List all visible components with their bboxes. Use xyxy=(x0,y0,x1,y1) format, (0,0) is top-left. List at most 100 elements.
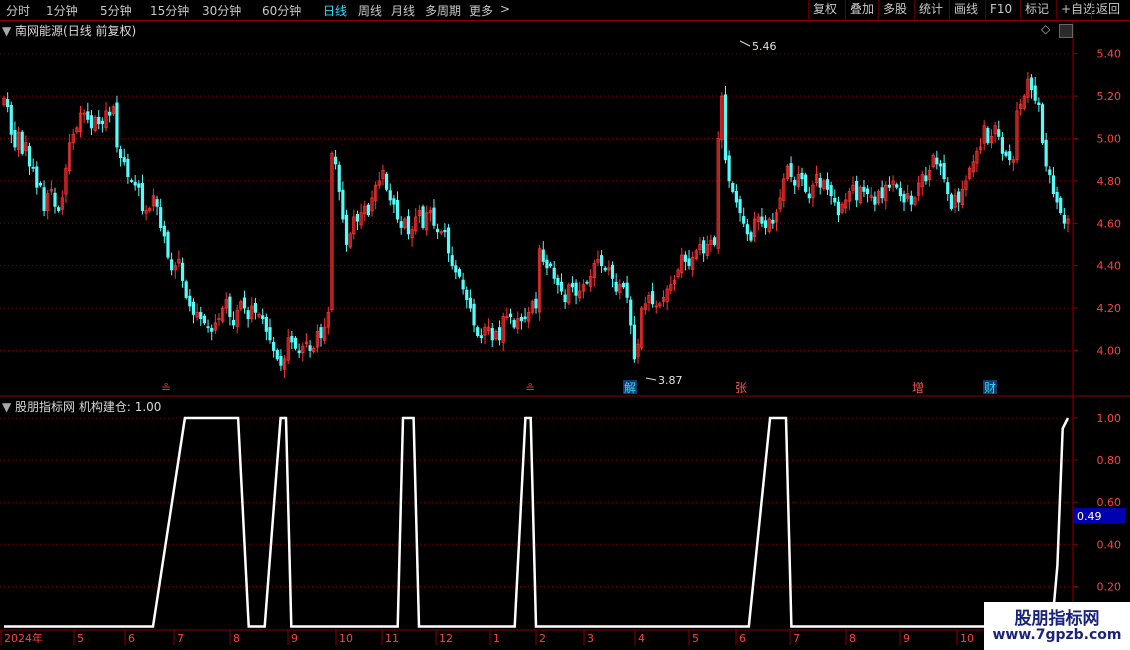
candle-body xyxy=(763,220,768,228)
candle-body xyxy=(621,283,626,288)
candle-body xyxy=(272,341,276,351)
candle-body xyxy=(887,184,892,188)
candle-body xyxy=(1055,191,1059,203)
time-tick-label: 5 xyxy=(77,632,84,645)
price-tick-label: 4.40 xyxy=(1097,260,1122,273)
price-tick-label: 4.60 xyxy=(1097,217,1122,230)
candle-body xyxy=(745,224,749,235)
watermark-url: www.7gpzb.com xyxy=(992,627,1122,643)
candle-body xyxy=(6,99,10,108)
price-tick-label: 5.40 xyxy=(1097,48,1122,61)
candle-body xyxy=(833,197,837,203)
candle-body xyxy=(731,183,735,192)
chart-canvas: 5.40 5.20 5.00 4.80 4.60 4.40 4.20 4.00 5.46 3.87… xyxy=(0,20,1130,650)
candle-body xyxy=(341,189,345,220)
candle-body xyxy=(246,310,250,320)
collapse-icon[interactable]: ▼ xyxy=(2,24,15,38)
candle-body xyxy=(421,206,425,228)
candle-body xyxy=(534,298,538,309)
time-tick-label: 3 xyxy=(587,632,594,645)
diamond-icon[interactable]: ◇ xyxy=(1041,22,1050,36)
candle-body xyxy=(191,301,196,315)
candle-body xyxy=(541,249,545,262)
candle-body xyxy=(804,174,808,192)
candle-body xyxy=(137,183,141,188)
candle-body xyxy=(119,149,123,158)
candle-body xyxy=(465,289,469,300)
candle-body xyxy=(599,255,604,267)
candle-body xyxy=(625,282,629,298)
indicator-title[interactable]: ▼ 股朋指标网 机构建仓: 1.00 xyxy=(2,398,161,415)
candle-body xyxy=(610,264,615,279)
candle-body xyxy=(366,204,370,216)
candle-body xyxy=(206,326,210,329)
candle-body xyxy=(446,227,451,254)
indicator-tick-label: 0.40 xyxy=(1097,538,1122,551)
event-marker: ≗ xyxy=(161,381,171,395)
watermark-title: 股朋指标网 xyxy=(1014,609,1100,629)
candle-body xyxy=(898,188,902,197)
event-marker: 解 xyxy=(624,381,636,395)
candle-body xyxy=(479,335,483,339)
stock-title[interactable]: ▼ 南网能源(日线 前复权) xyxy=(2,22,136,39)
candle-body xyxy=(771,219,775,224)
candle-body xyxy=(355,213,360,222)
candle-body xyxy=(742,216,746,224)
candle-body xyxy=(570,283,575,288)
candle-body xyxy=(388,190,392,201)
candle-body xyxy=(497,327,502,341)
candle-body xyxy=(862,186,866,192)
candle-body xyxy=(100,120,104,125)
candle-body xyxy=(727,155,731,182)
price-tick-label: 5.20 xyxy=(1097,90,1122,103)
event-marker: ≗ xyxy=(525,381,535,395)
candle-body xyxy=(523,316,527,320)
candle-body xyxy=(20,131,24,154)
candle-body xyxy=(268,327,272,341)
candle-body xyxy=(902,194,906,203)
candle-body xyxy=(97,116,101,125)
candle-body xyxy=(632,324,636,360)
candle-body xyxy=(519,316,524,322)
candle-body xyxy=(454,265,458,273)
time-tick-label: 2 xyxy=(539,632,546,645)
candle-body xyxy=(333,156,338,165)
candle-body xyxy=(800,172,804,180)
candle-body xyxy=(159,207,163,228)
candle-body xyxy=(115,102,119,148)
candle-body xyxy=(35,166,39,188)
candle-body xyxy=(490,328,494,341)
event-marker: 增 xyxy=(912,381,924,395)
price-tick-label: 4.00 xyxy=(1097,344,1122,357)
collapse-icon[interactable]: ▼ xyxy=(2,400,15,414)
candle-body xyxy=(210,328,214,332)
current-value-label: 0.49 xyxy=(1077,510,1102,523)
time-tick-label: 7 xyxy=(793,632,800,645)
time-tick-label: 8 xyxy=(849,632,856,645)
candle-body xyxy=(683,254,687,262)
candle-body xyxy=(829,185,833,197)
time-tick-label: 1 xyxy=(493,632,500,645)
candle-body xyxy=(27,146,32,167)
candle-body xyxy=(836,201,841,216)
candle-body xyxy=(1000,137,1005,154)
candle-body xyxy=(946,182,950,195)
candle-body xyxy=(275,350,279,360)
candle-body xyxy=(129,180,134,182)
candle-body xyxy=(789,163,793,178)
candle-body xyxy=(184,281,188,298)
indicator-signal-line xyxy=(4,416,1070,628)
candle-body xyxy=(13,130,17,148)
candle-body xyxy=(228,296,232,317)
event-marker: 财 xyxy=(984,381,996,395)
pane-resize-icon[interactable] xyxy=(1059,24,1073,38)
candle-body xyxy=(749,232,753,241)
candle-body xyxy=(468,297,473,309)
price-tick-label: 4.80 xyxy=(1097,175,1122,188)
candle-body xyxy=(508,313,513,317)
candle-body xyxy=(122,157,126,163)
indicator-tick-label: 0.80 xyxy=(1097,454,1122,467)
candle-body xyxy=(476,327,480,337)
candle-body xyxy=(436,228,440,233)
candle-body xyxy=(793,180,797,186)
